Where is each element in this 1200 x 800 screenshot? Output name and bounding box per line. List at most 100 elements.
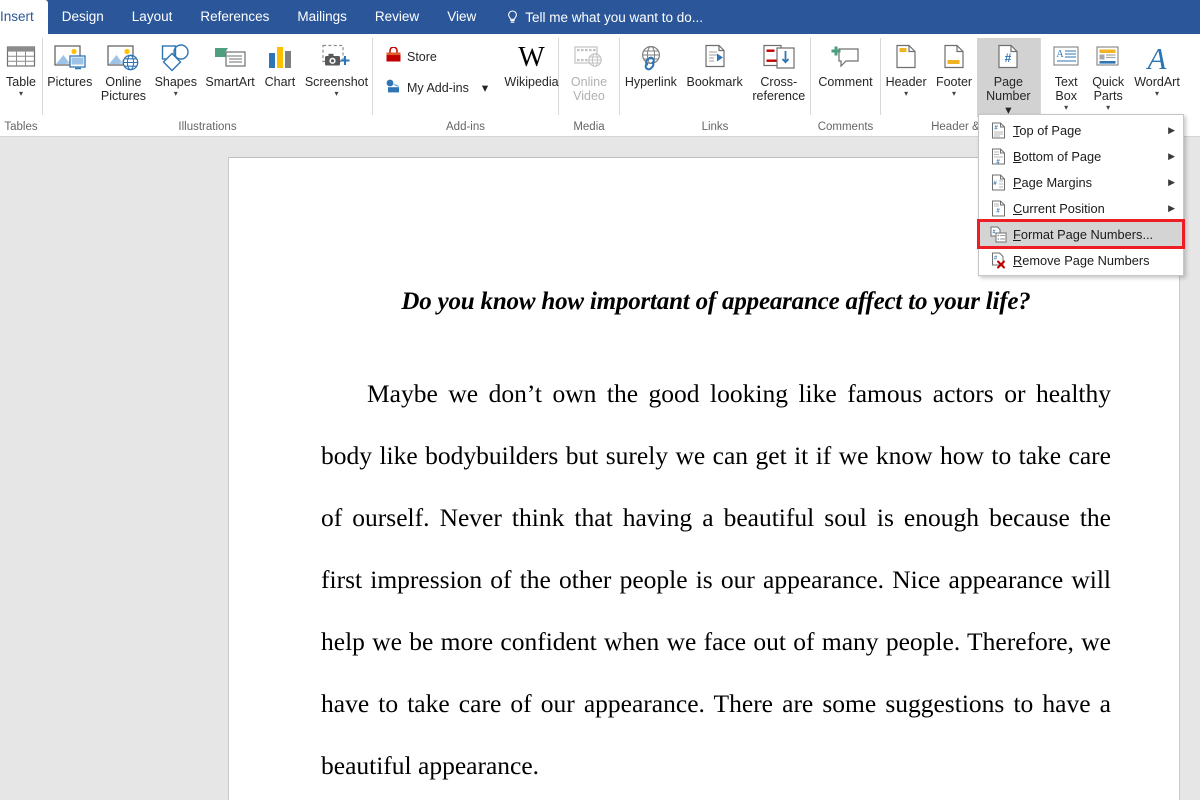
chevron-down-icon[interactable]: ▾ [904,89,908,98]
tab-references[interactable]: References [186,0,283,34]
chevron-right-icon: ▶ [1168,150,1175,161]
page-number-dropdown-menu: # Top of Page ▶ # Bottom of Page ▶ # Pag… [977,114,1185,276]
ribbon-group-tables: Table ▾ Tables [0,34,42,137]
chevron-down-icon[interactable]: ▾ [334,89,338,98]
chevron-down-icon[interactable]: ▾ [952,89,956,98]
tab-review[interactable]: Review [361,0,433,34]
table-button[interactable]: Table ▾ [1,38,41,98]
hyperlink-icon [635,41,667,75]
page-number-button[interactable]: # PageNumber ▾ ▾ [976,38,1040,117]
menu-item-format-page-numbers[interactable]: # Format Page Numbers... [977,219,1185,249]
tab-view-label: View [447,9,477,24]
hyperlink-button[interactable]: Hyperlink [620,38,682,89]
ribbon-group-links: Hyperlink Bookmark Cross- reference Link… [620,34,810,137]
tab-insert-label: Insert [0,9,34,24]
chevron-right-icon: ▶ [1168,124,1175,135]
shapes-button-label: Shapes [154,75,197,89]
my-add-ins-icon [385,78,402,97]
menu-item-remove-page-numbers[interactable]: # Remove Page Numbers [979,247,1183,273]
pictures-icon [53,41,87,75]
online-video-icon [573,41,605,75]
bookmark-button-label: Bookmark [686,75,743,89]
cross-reference-button[interactable]: Cross- reference [748,38,810,103]
footer-icon [941,41,967,75]
menu-item-top-of-page[interactable]: # Top of Page ▶ [979,117,1183,143]
screenshot-button-label: Screenshot [304,75,369,89]
text-box-button-label: Text Box [1054,75,1078,103]
group-label-comments: Comments [817,121,874,133]
chevron-down-icon[interactable]: ▾ [1155,89,1159,98]
table-button-label: Table [6,75,36,89]
store-button[interactable]: Store [381,44,489,69]
wikipedia-button[interactable]: W Wikipedia [504,38,559,90]
smartart-icon [213,41,247,75]
wordart-button-label: WordArt [1134,75,1180,89]
text-box-button[interactable]: A Text Box ▾ [1045,38,1087,112]
wordart-button[interactable]: A WordArt ▾ [1129,38,1185,99]
group-label-illustrations: Illustrations [178,121,237,133]
tab-review-label: Review [374,9,420,24]
screenshot-button[interactable]: Screenshot ▾ [301,38,372,98]
tab-design[interactable]: Design [48,0,118,34]
wikipedia-button-label: Wikipedia [504,75,559,89]
svg-text:#: # [1005,51,1012,65]
online-pictures-button[interactable]: Online Pictures [97,38,151,103]
pictures-button[interactable]: Pictures [43,38,97,89]
lightbulb-icon [506,9,519,25]
menu-item-top-of-page-label: Top of Page [1013,122,1082,138]
svg-text:#: # [992,229,995,235]
chart-icon [266,41,294,75]
header-button[interactable]: Header ▾ [881,38,931,98]
online-pictures-icon [106,41,140,75]
tab-mailings-label: Mailings [297,9,347,24]
menu-item-bottom-of-page[interactable]: # Bottom of Page ▶ [979,143,1183,169]
comment-button[interactable]: Comment [813,38,877,89]
online-video-button[interactable]: Online Video [566,38,612,103]
shapes-button[interactable]: Shapes ▾ [150,38,201,98]
screenshot-icon [320,41,352,75]
footer-button[interactable]: Footer ▾ [931,38,976,98]
bookmark-button[interactable]: Bookmark [682,38,748,89]
page-top-icon: # [987,122,1009,139]
tab-references-label: References [200,9,270,24]
menu-item-current-position[interactable]: # Current Position ▶ [979,195,1183,221]
footer-button-label: Footer [935,75,973,89]
menu-item-format-page-numbers-label: Format Page Numbers... [1013,226,1154,242]
quick-parts-button-label: Quick Parts [1092,75,1125,103]
menu-item-page-margins[interactable]: # Page Margins ▶ [979,169,1183,195]
wordart-icon: A [1147,40,1167,76]
tell-me-box[interactable]: Tell me what you want to do... [490,0,703,34]
tab-insert[interactable]: Insert [0,0,48,34]
group-label-media: Media [573,121,605,133]
quick-parts-button[interactable]: Quick Parts ▾ [1087,38,1129,112]
my-add-ins-button[interactable]: My Add-ins ▾ [381,75,489,100]
tab-layout[interactable]: Layout [118,0,187,34]
chevron-down-icon[interactable]: ▾ [19,89,23,98]
group-label-links: Links [701,121,729,133]
chevron-down-icon[interactable]: ▾ [174,89,178,98]
tab-mailings[interactable]: Mailings [283,0,361,34]
smartart-button-label: SmartArt [205,75,255,89]
chart-button[interactable]: Chart [259,38,301,89]
smartart-button[interactable]: SmartArt [201,38,259,89]
word-window: Insert Design Layout References Mailings… [0,0,1200,800]
chevron-down-icon[interactable]: ▾ [1106,103,1110,112]
page-margins-icon: # [987,174,1009,191]
tell-me-label: Tell me what you want to do... [525,9,704,25]
online-pictures-button-label: Online Pictures [100,75,147,103]
chart-button-label: Chart [264,75,296,89]
tab-design-label: Design [61,9,104,24]
svg-text:A: A [1057,49,1065,60]
menu-item-remove-page-numbers-label: Remove Page Numbers [1013,252,1150,268]
tab-view[interactable]: View [433,0,490,34]
page-current-icon: # [987,200,1009,217]
chevron-down-icon[interactable]: ▾ [1064,103,1068,112]
ribbon-tab-strip: Insert Design Layout References Mailings… [0,0,1200,34]
ribbon-group-comments: Comment Comments [811,34,880,137]
chevron-down-icon[interactable]: ▾ [482,80,488,95]
menu-item-current-position-label: Current Position [1013,200,1105,216]
document-heading: Do you know how important of appearance … [401,288,1031,315]
page-bottom-icon: # [987,148,1009,165]
tab-layout-label: Layout [131,9,173,24]
comment-button-label: Comment [818,75,873,89]
